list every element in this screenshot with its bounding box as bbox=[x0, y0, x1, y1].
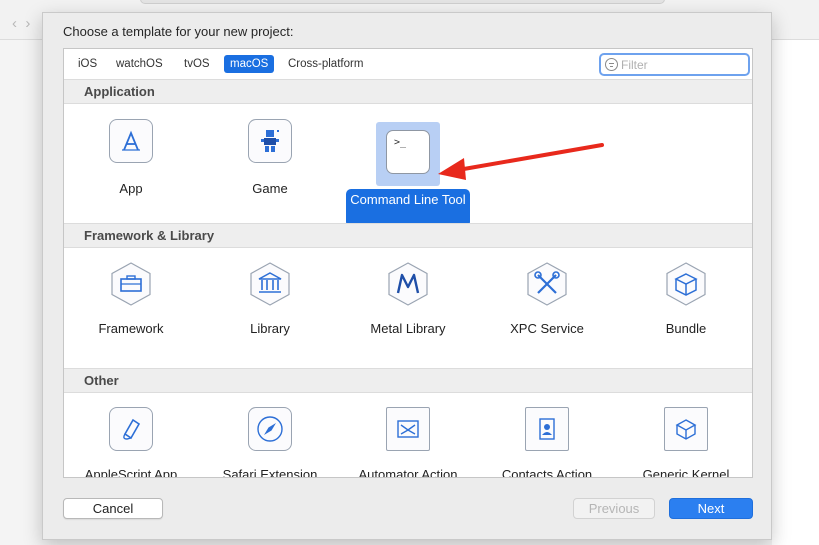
filter-icon bbox=[605, 58, 618, 71]
template-app[interactable]: App bbox=[66, 119, 196, 197]
tab-watchos[interactable]: watchOS bbox=[110, 55, 169, 73]
annotation-arrow bbox=[438, 143, 604, 180]
template-label: Game bbox=[252, 181, 288, 196]
template-safari-extension[interactable]: Safari Extension bbox=[205, 407, 335, 478]
background-title-field bbox=[140, 0, 665, 4]
template-generic-kernel[interactable]: Generic Kernel bbox=[621, 407, 751, 478]
section-header-framework-library: Framework & Library bbox=[64, 223, 752, 248]
tab-ios[interactable]: iOS bbox=[72, 55, 103, 73]
template-label: XPC Service bbox=[510, 321, 584, 336]
template-game[interactable]: Game bbox=[205, 119, 335, 197]
template-contacts-action[interactable]: Contacts Action bbox=[482, 407, 612, 478]
template-label: Safari Extension bbox=[222, 467, 318, 478]
template-label: Library bbox=[250, 321, 290, 336]
template-label: App bbox=[119, 181, 143, 196]
template-command-line-tool[interactable]: Command Line Tool bbox=[346, 189, 470, 227]
game-sprite-icon bbox=[248, 119, 292, 163]
background-editor-area bbox=[772, 40, 819, 545]
template-label: Generic Kernel bbox=[642, 467, 730, 478]
template-label: AppleScript App bbox=[84, 467, 178, 478]
compass-icon bbox=[248, 407, 292, 451]
toolbox-icon bbox=[108, 261, 154, 307]
new-project-sheet: Choose a template for your new project: … bbox=[42, 12, 772, 540]
filter-field[interactable] bbox=[599, 53, 750, 76]
template-applescript-app[interactable]: AppleScript App bbox=[66, 407, 196, 478]
filter-input[interactable] bbox=[621, 57, 741, 72]
tab-cross-platform[interactable]: Cross-platform bbox=[282, 55, 369, 73]
platform-tab-bar: iOS watchOS tvOS macOS Cross-platform bbox=[64, 49, 752, 82]
contacts-icon bbox=[525, 407, 569, 451]
section-header-application: Application bbox=[64, 79, 752, 104]
app-store-a-icon bbox=[109, 119, 153, 163]
template-label: Contacts Action bbox=[501, 467, 593, 478]
template-library[interactable]: Library bbox=[205, 261, 335, 337]
template-label: Metal Library bbox=[370, 321, 446, 336]
kernel-cube-icon bbox=[664, 407, 708, 451]
tab-macos[interactable]: macOS bbox=[224, 55, 275, 73]
back-chevron-icon: ‹ › bbox=[12, 15, 31, 32]
sheet-title: Choose a template for your new project: bbox=[63, 24, 294, 39]
cancel-button[interactable]: Cancel bbox=[63, 498, 163, 519]
template-framework[interactable]: Framework bbox=[66, 261, 196, 337]
package-cube-icon bbox=[663, 261, 709, 307]
template-metal-library[interactable]: Metal Library bbox=[343, 261, 473, 337]
library-building-icon bbox=[247, 261, 293, 307]
tab-tvos[interactable]: tvOS bbox=[178, 55, 216, 73]
template-bundle[interactable]: Bundle bbox=[621, 261, 751, 337]
template-label: Bundle bbox=[665, 321, 707, 336]
previous-button[interactable]: Previous bbox=[573, 498, 655, 519]
template-label: Framework bbox=[98, 321, 164, 336]
template-xpc-service[interactable]: XPC Service bbox=[482, 261, 612, 337]
metal-icon bbox=[385, 261, 431, 307]
template-panel: iOS watchOS tvOS macOS Cross-platform Ap… bbox=[63, 48, 753, 478]
section-header-other: Other bbox=[64, 368, 752, 393]
template-label: Automator Action bbox=[358, 467, 458, 478]
wrench-screwdriver-icon bbox=[524, 261, 570, 307]
next-button[interactable]: Next bbox=[669, 498, 753, 519]
applescript-scroll-icon bbox=[109, 407, 153, 451]
template-automator-action[interactable]: Automator Action bbox=[343, 407, 473, 478]
automator-icon bbox=[386, 407, 430, 451]
terminal-icon[interactable]: >_ bbox=[386, 130, 430, 174]
